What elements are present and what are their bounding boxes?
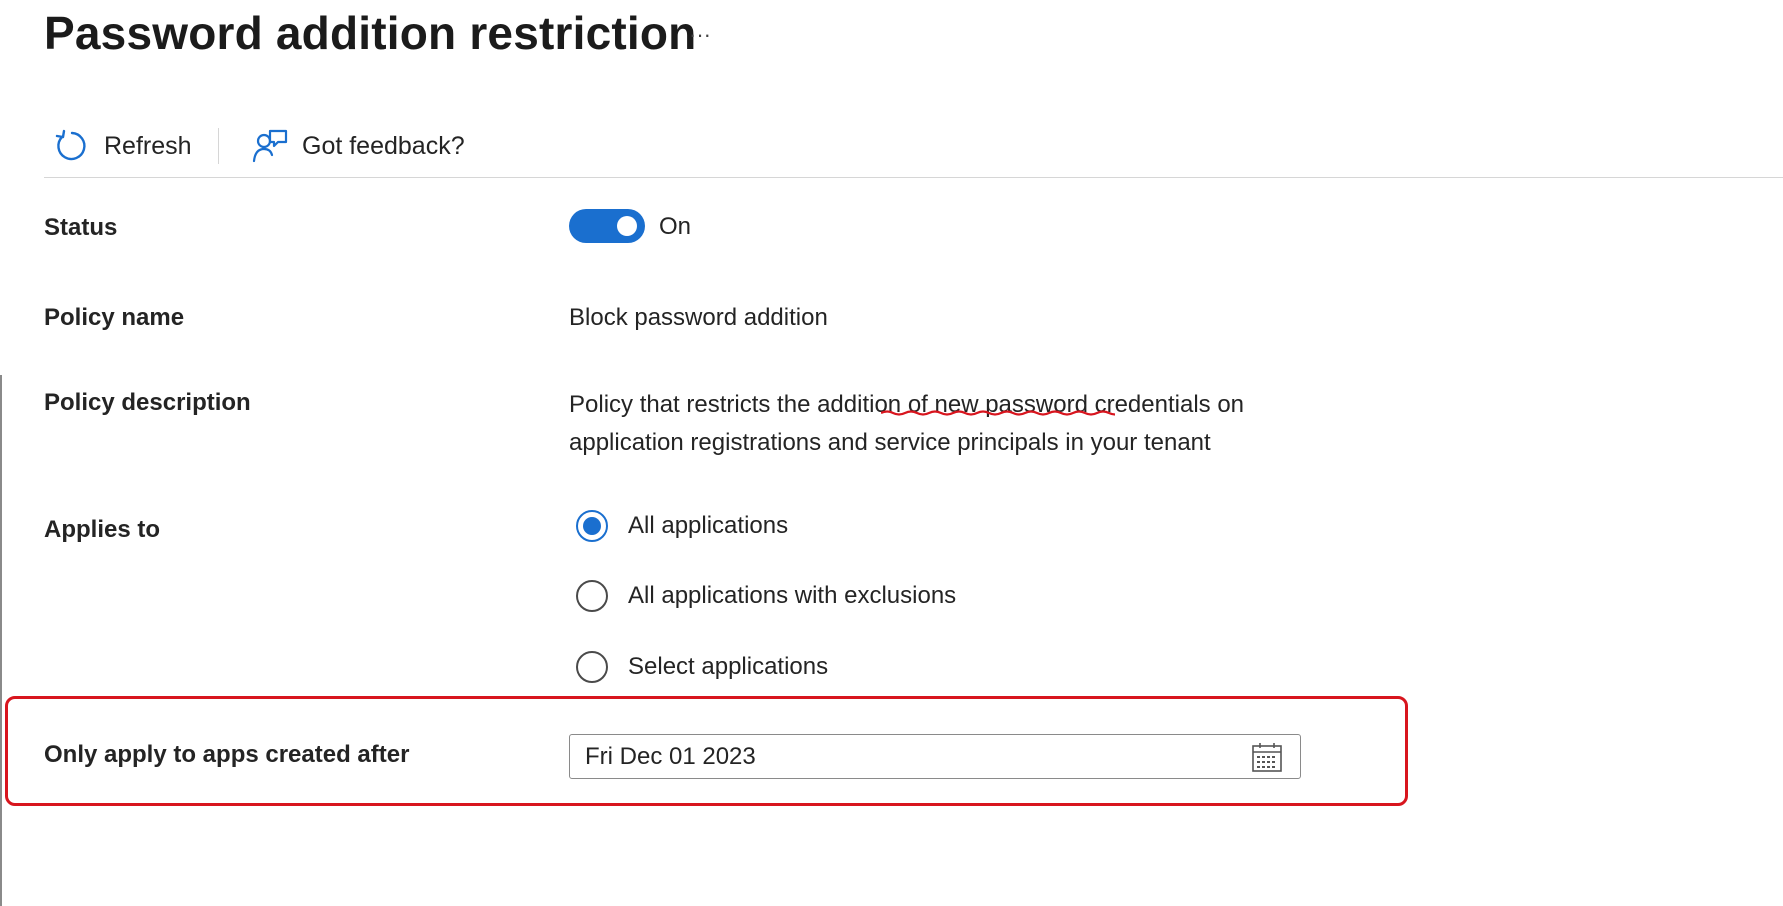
policy-description-value: Policy that restricts the addition of ne… — [569, 386, 1269, 462]
status-label: Status — [44, 214, 118, 241]
applies-to-label: Applies to — [44, 516, 161, 543]
command-bar: Refresh Got feedback? — [44, 118, 1783, 174]
refresh-label: Refresh — [104, 131, 192, 160]
status-toggle-label: On — [659, 213, 692, 240]
radio-select-applications[interactable]: Select applications — [576, 651, 828, 683]
left-edge-divider — [0, 375, 2, 906]
policy-name-value: Block password addition — [569, 304, 828, 331]
radio-selected-dot — [583, 517, 601, 535]
refresh-icon — [54, 128, 90, 164]
date-value: Fri Dec 01 2023 — [585, 742, 756, 770]
created-after-date-input[interactable]: Fri Dec 01 2023 — [569, 734, 1301, 779]
feedback-label: Got feedback? — [302, 131, 465, 160]
spellcheck-underline — [881, 410, 1115, 416]
toggle-knob — [617, 216, 637, 236]
refresh-button[interactable]: Refresh — [54, 118, 192, 174]
more-options-button[interactable]: ··· — [683, 18, 717, 52]
toolbar-divider-line — [44, 177, 1783, 178]
radio-button[interactable] — [576, 580, 608, 612]
radio-button[interactable] — [576, 651, 608, 683]
page-title: Password addition restriction — [44, 7, 697, 59]
radio-all-applications[interactable]: All applications — [576, 510, 788, 542]
created-after-label: Only apply to apps created after — [44, 741, 410, 768]
policy-description-line-2: application registrations and service pr… — [569, 429, 1211, 456]
radio-all-applications-with-exclusions[interactable]: All applications with exclusions — [576, 580, 956, 612]
status-toggle[interactable] — [569, 209, 645, 243]
policy-description-label: Policy description — [44, 389, 251, 416]
policy-name-label: Policy name — [44, 304, 185, 331]
radio-label: All applications with exclusions — [628, 582, 957, 609]
toolbar-divider — [218, 128, 219, 164]
policy-description-line-1: Policy that restricts the addition of ne… — [569, 391, 1245, 418]
calendar-icon[interactable] — [1251, 741, 1283, 773]
radio-button-selected[interactable] — [576, 510, 608, 542]
feedback-icon — [252, 128, 288, 164]
feedback-button[interactable]: Got feedback? — [252, 118, 465, 174]
radio-label: Select applications — [628, 653, 829, 680]
radio-label: All applications — [628, 512, 789, 539]
